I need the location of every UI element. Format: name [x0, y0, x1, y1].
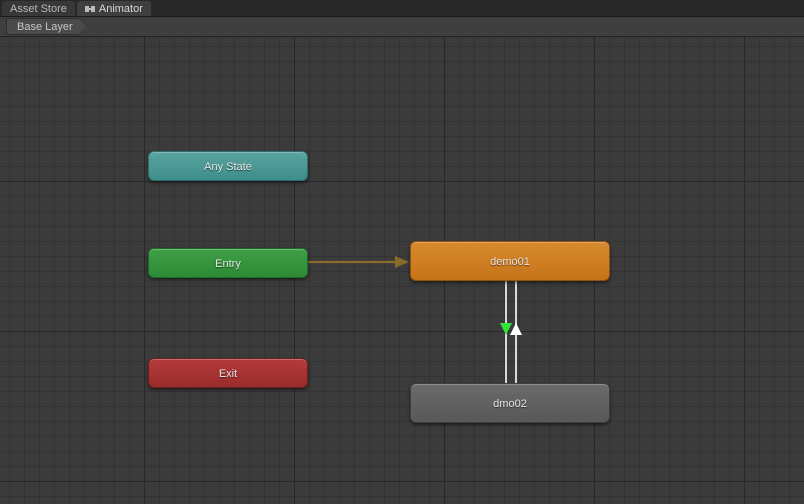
- node-dmo02-label: dmo02: [493, 398, 527, 410]
- layer-crumb-base-label: Base Layer: [17, 21, 73, 33]
- node-demo01[interactable]: demo01: [410, 241, 610, 281]
- node-exit[interactable]: Exit: [148, 358, 308, 388]
- graph-edges: [0, 37, 804, 504]
- layer-breadcrumb-row: Base Layer: [0, 17, 804, 37]
- node-any-state[interactable]: Any State: [148, 151, 308, 181]
- edge-dmo02-demo01-arrow-icon: [510, 323, 522, 335]
- edge-demo01-dmo02-arrow-icon: [500, 323, 512, 335]
- tab-asset-store[interactable]: Asset Store: [2, 1, 75, 16]
- edge-entry-demo01-arrow-icon: [395, 256, 409, 268]
- node-demo01-label: demo01: [490, 256, 530, 268]
- node-exit-label: Exit: [219, 368, 237, 380]
- node-any-state-label: Any State: [204, 161, 252, 173]
- node-entry-label: Entry: [215, 258, 241, 270]
- animator-icon: [85, 4, 95, 14]
- tab-animator[interactable]: Animator: [77, 1, 151, 16]
- animator-graph-canvas[interactable]: Any State Entry Exit demo01 dmo02: [0, 37, 804, 504]
- tab-asset-store-label: Asset Store: [10, 3, 67, 15]
- layer-crumb-base[interactable]: Base Layer: [6, 18, 86, 35]
- tab-animator-label: Animator: [99, 3, 143, 15]
- node-dmo02[interactable]: dmo02: [410, 383, 610, 423]
- editor-tabs-row: Asset Store Animator: [0, 0, 804, 17]
- node-entry[interactable]: Entry: [148, 248, 308, 278]
